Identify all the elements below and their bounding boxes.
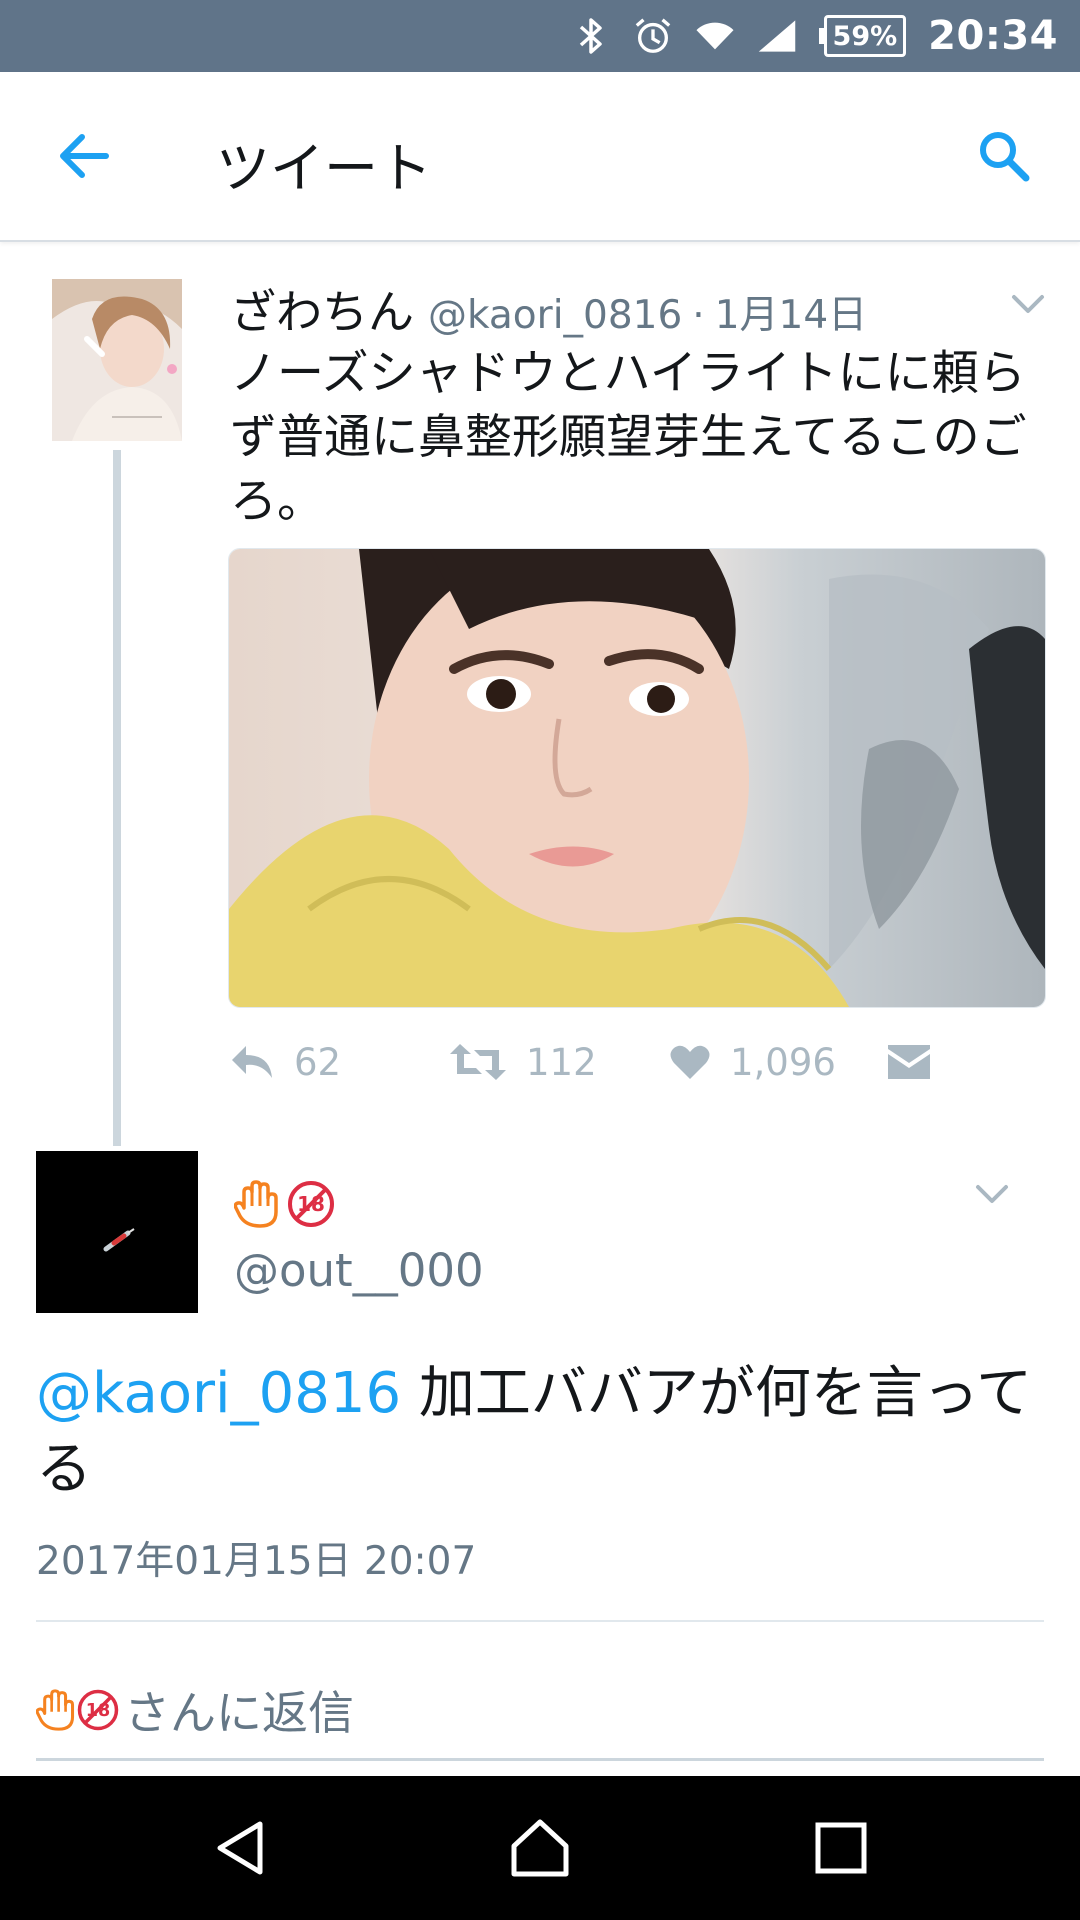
reply-avatar[interactable] (36, 1151, 198, 1313)
reply-tweet-text: @kaori_0816 加工ババアが何を言ってる (36, 1356, 1036, 1508)
reply-count: 62 (294, 1040, 342, 1084)
raised-hand-emoji (234, 1180, 278, 1228)
back-button[interactable] (48, 120, 120, 192)
retweet-action[interactable]: 112 (450, 1036, 597, 1088)
recents-icon (815, 1822, 867, 1874)
arrow-left-icon (60, 134, 109, 178)
wifi-icon (695, 16, 735, 56)
status-bar: 59% 20:34 (0, 0, 1080, 72)
back-triangle-icon (217, 1821, 263, 1875)
reply-compose-bar[interactable]: 18 さんに返信 (36, 1672, 1036, 1748)
no-under-18-emoji: 18 (77, 1689, 119, 1731)
nav-back-button[interactable] (206, 1812, 278, 1884)
reply-user-handle[interactable]: @out__000 (234, 1244, 484, 1297)
thread-connector-line (113, 450, 121, 1146)
separator-dot: · (692, 293, 705, 338)
reply-display-name[interactable]: 18 (234, 1176, 336, 1232)
status-icons: 59% 20:34 (571, 0, 1058, 72)
svg-text:18: 18 (86, 1701, 110, 1721)
system-nav-bar (0, 1776, 1080, 1920)
envelope-icon (888, 1045, 930, 1079)
home-icon (511, 1819, 569, 1877)
battery-icon: 59% (818, 15, 907, 57)
nav-recents-button[interactable] (805, 1812, 877, 1884)
chevron-down-icon (1012, 295, 1044, 313)
tweet-header: ざわちん @kaori_0816 · 1月14日 (230, 276, 1030, 342)
status-time: 20:34 (928, 13, 1058, 59)
signal-icon (757, 16, 797, 56)
compose-underline (36, 1758, 1044, 1761)
reply-menu-button[interactable] (972, 1174, 1012, 1214)
like-count: 1,096 (730, 1040, 836, 1084)
app-toolbar: ツイート (0, 72, 1080, 242)
chevron-down-icon (976, 1185, 1008, 1203)
mention-link[interactable]: @kaori_0816 (36, 1361, 401, 1426)
reply-icon (232, 1046, 272, 1078)
reply-action[interactable]: 62 (230, 1036, 341, 1088)
retweet-count: 112 (526, 1040, 597, 1084)
display-name[interactable]: ざわちん (230, 276, 414, 342)
svg-text:18: 18 (297, 1192, 325, 1216)
battery-level: 59% (823, 15, 907, 57)
avatar[interactable] (52, 279, 182, 441)
like-action[interactable]: 1,096 (670, 1036, 836, 1088)
tweet-actions: 62 112 1,096 (228, 1036, 1048, 1088)
alarm-icon (633, 16, 673, 56)
heart-icon (670, 1045, 710, 1079)
nav-home-button[interactable] (504, 1812, 576, 1884)
bluetooth-icon (571, 16, 611, 56)
tweet-text: ノーズシャドウとハイライトにに頼らず普通に鼻整形願望芽生えてるこのごろ。 (230, 346, 1027, 529)
raised-hand-emoji (36, 1689, 75, 1731)
no-under-18-emoji: 18 (288, 1181, 334, 1227)
tweet-timestamp: 2017年01月15日 20:07 (36, 1539, 477, 1584)
direct-message-action[interactable] (888, 1036, 950, 1088)
user-handle[interactable]: @kaori_0816 (428, 293, 682, 338)
tweet-menu-button[interactable] (1008, 284, 1048, 324)
reply-prompt-label: さんに返信 (124, 1686, 354, 1740)
search-button[interactable] (968, 120, 1040, 192)
tweet-photo[interactable] (228, 548, 1046, 1008)
search-icon (980, 132, 1030, 182)
retweet-icon (450, 1044, 506, 1080)
page-title: ツイート (216, 137, 432, 200)
divider (36, 1620, 1044, 1622)
tweet-date: 1月14日 (714, 293, 868, 338)
